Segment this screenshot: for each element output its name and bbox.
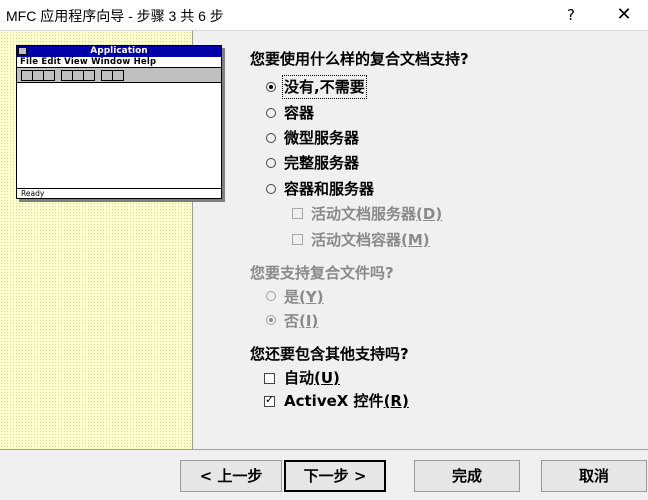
- option-label: ActiveX 控件(R): [284, 392, 409, 410]
- back-button[interactable]: < 上一步: [180, 460, 282, 492]
- radio-icon[interactable]: [266, 291, 276, 301]
- cancel-button[interactable]: 取消: [541, 460, 647, 492]
- other-support-question: 您还要包含其他支持吗?: [250, 345, 409, 363]
- toolbar-button-icon: [112, 70, 124, 81]
- title-bar: MFC 应用程序向导 - 步骤 3 共 6 步 ? ✕: [0, 0, 648, 31]
- option-label: 是(Y): [284, 288, 324, 306]
- hotkey-label: (D): [416, 205, 443, 223]
- radio-icon[interactable]: [266, 133, 276, 143]
- window-title: MFC 应用程序向导 - 步骤 3 共 6 步: [6, 8, 224, 24]
- option-label: 活动文档容器(M): [311, 231, 430, 249]
- option-label: 自动(U): [284, 369, 340, 387]
- checkbox-icon[interactable]: [264, 373, 275, 384]
- option-label: 容器: [284, 104, 315, 122]
- radio-icon[interactable]: [266, 108, 276, 118]
- finish-button[interactable]: 完成: [414, 460, 520, 492]
- hotkey-label: (R): [383, 392, 409, 410]
- radio-icon[interactable]: [266, 158, 276, 168]
- radio-selected-icon[interactable]: [266, 315, 276, 325]
- option-label: 完整服务器: [284, 154, 360, 172]
- hotkey-label: (I): [299, 312, 319, 330]
- preview-title-bar: Application: [17, 46, 221, 57]
- app-preview-window: Application File Edit View Window Help R…: [16, 45, 222, 199]
- radio-selected-icon[interactable]: [266, 82, 276, 92]
- help-button[interactable]: ?: [560, 4, 582, 26]
- option-label: 容器和服务器: [284, 180, 375, 198]
- system-menu-icon: [18, 47, 27, 55]
- hotkey-label: (Y): [299, 288, 324, 306]
- option-label: 微型服务器: [284, 129, 360, 147]
- button-bar-divider: [0, 449, 648, 450]
- hotkey-label: (U): [314, 369, 340, 387]
- preview-menu-bar: File Edit View Window Help: [17, 57, 221, 68]
- checkbox-icon[interactable]: [292, 234, 303, 245]
- toolbar-button-icon: [43, 70, 55, 81]
- checkbox-checked-icon[interactable]: [264, 393, 275, 407]
- hotkey-label: (M): [401, 231, 430, 249]
- preview-title: Application: [90, 46, 148, 56]
- preview-toolbar: [17, 68, 221, 83]
- compound-support-question: 您要使用什么样的复合文档支持?: [250, 50, 469, 68]
- toolbar-button-icon: [83, 70, 95, 81]
- compound-files-question: 您要支持复合文件吗?: [250, 264, 394, 282]
- checkbox-icon[interactable]: [292, 208, 303, 219]
- option-label: 没有,不需要: [282, 75, 367, 99]
- preview-status-bar: Ready: [17, 188, 221, 198]
- radio-icon[interactable]: [266, 184, 276, 194]
- option-label: 活动文档服务器(D): [311, 205, 443, 223]
- next-button[interactable]: 下一步 >: [284, 460, 386, 492]
- close-button[interactable]: ✕: [604, 3, 644, 27]
- option-label: 否(I): [284, 312, 319, 330]
